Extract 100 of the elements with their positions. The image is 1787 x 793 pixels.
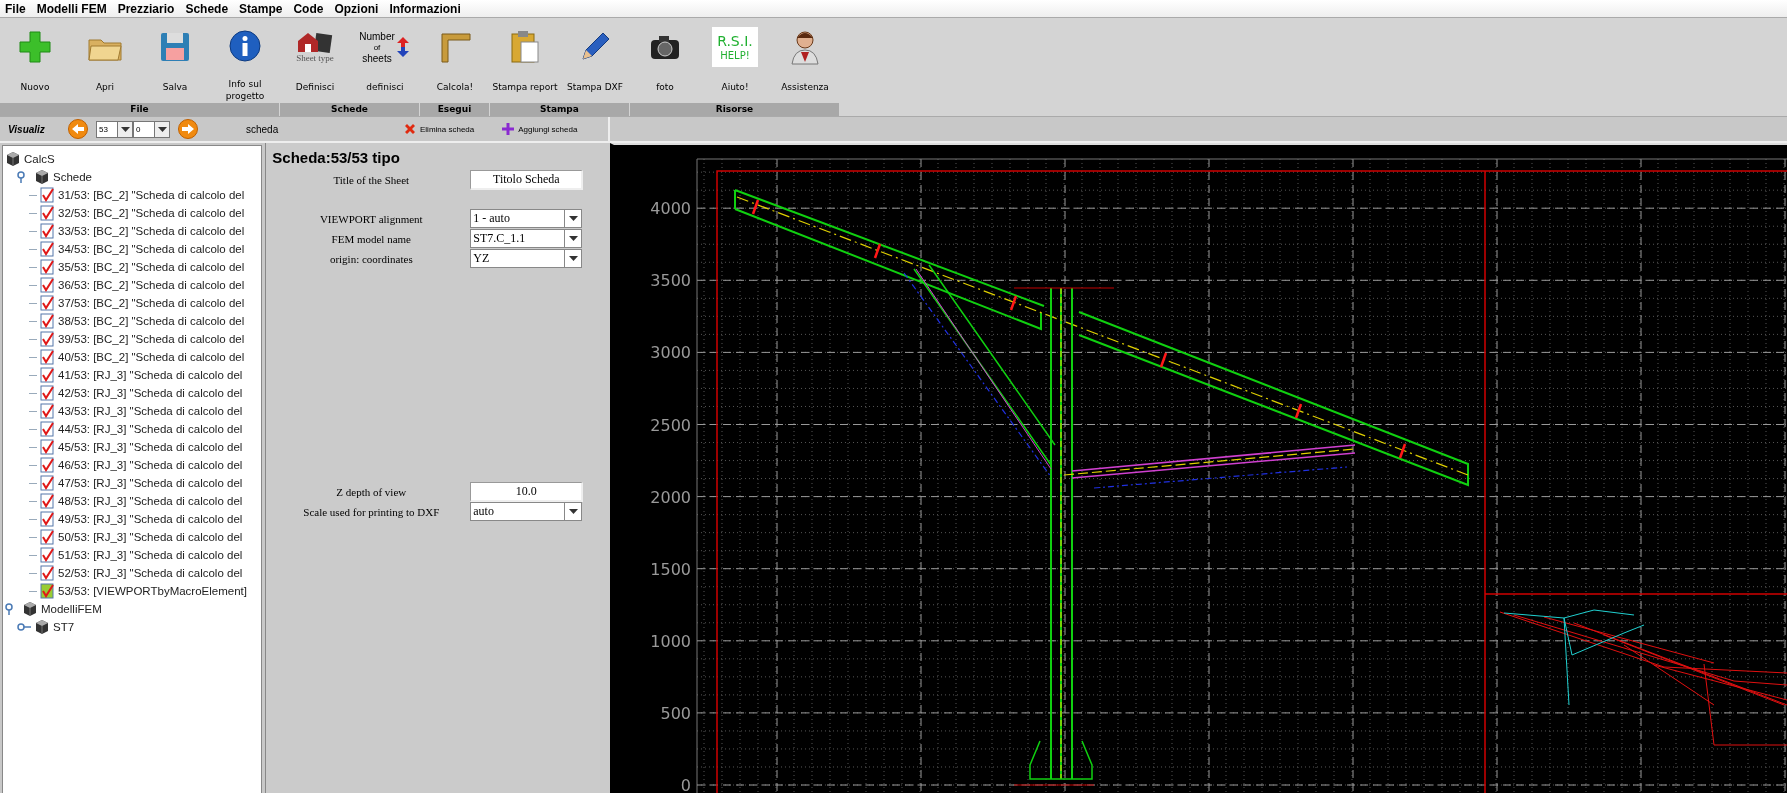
add-sheet-button[interactable]: Aggiungi scheda — [502, 123, 578, 135]
axis-label: 0 — [680, 776, 691, 793]
delete-sheet-button[interactable]: Elimina scheda — [404, 123, 475, 135]
caret-icon — [120, 126, 130, 132]
tree-item[interactable]: 50/53: [RJ_3] "Scheda di calcolo del — [58, 531, 243, 543]
tree-folder[interactable]: CalcS — [24, 153, 55, 165]
expand-handle-icon[interactable] — [17, 621, 31, 633]
axis-label: 2500 — [650, 415, 691, 435]
toolbar-button[interactable]: Apri — [70, 18, 140, 102]
cube-icon — [34, 619, 50, 635]
tree-item[interactable]: 49/53: [RJ_3] "Scheda di calcolo del — [58, 513, 243, 525]
left-arrow-icon — [71, 123, 85, 135]
axis-label: 2000 — [650, 487, 691, 507]
caret-icon — [568, 509, 578, 514]
icon-caption: sheets — [362, 52, 392, 64]
tree-item[interactable]: 42/53: [RJ_3] "Scheda di calcolo del — [58, 387, 243, 399]
tree-item[interactable]: 51/53: [RJ_3] "Scheda di calcolo del — [58, 549, 243, 561]
tree-folder[interactable]: Schede — [53, 171, 92, 183]
icon-caption: Number — [359, 30, 395, 42]
tree-item[interactable]: 44/53: [RJ_3] "Scheda di calcolo del — [58, 423, 243, 435]
pencil-icon — [579, 31, 611, 63]
tree-item[interactable]: 52/53: [RJ_3] "Scheda di calcolo del — [58, 567, 243, 579]
toolbar-button[interactable]: Nuovo — [0, 18, 70, 102]
close-icon — [404, 123, 416, 135]
icon-caption: of — [373, 41, 381, 53]
field-label: FEM model name — [330, 232, 412, 245]
axis-label: 3000 — [650, 343, 691, 363]
toolbar-button[interactable]: Info sul progetto — [210, 18, 280, 102]
menu-item[interactable]: Informazioni — [384, 1, 467, 16]
plus-icon — [502, 123, 515, 135]
text-field[interactable]: Titolo Scheda — [470, 169, 584, 190]
dropdown[interactable]: auto — [470, 502, 583, 521]
dropdown[interactable]: ST7.C_1.1 — [470, 229, 583, 248]
icon-caption: Sheet type — [296, 53, 334, 63]
clipboard-icon — [510, 30, 540, 64]
menu-item[interactable]: Code — [288, 1, 330, 16]
menu-item[interactable]: Stampe — [234, 1, 289, 16]
toolbar-button[interactable]: Stampa report — [490, 18, 560, 102]
field-label: Title of the Sheet — [332, 173, 411, 186]
tree-item[interactable]: 37/53: [BC_2] "Scheda di calcolo del — [58, 297, 245, 309]
previous-button[interactable] — [68, 119, 88, 139]
person-icon — [790, 29, 820, 65]
toolbar-button[interactable]: Salva — [140, 18, 210, 102]
toolbar-button[interactable]: Stampa DXF — [560, 18, 630, 102]
field-label: Z depth of view — [335, 485, 408, 498]
tree-item[interactable]: 47/53: [RJ_3] "Scheda di calcolo del — [58, 477, 243, 489]
tree-item[interactable]: 39/53: [BC_2] "Scheda di calcolo del — [58, 333, 245, 345]
help-badge: R.S.I. HELP! — [712, 27, 758, 67]
toolbar-button[interactable]: Sheet type Definisci — [280, 18, 350, 102]
field-label: VIEWPORT alignment — [318, 212, 424, 225]
toolbar-button[interactable]: Calcola! — [420, 18, 490, 102]
cube-icon — [34, 169, 50, 185]
tree-item[interactable]: 45/53: [RJ_3] "Scheda di calcolo del — [58, 441, 243, 453]
caret-icon — [157, 126, 167, 132]
sheet-caption: scheda — [246, 123, 280, 135]
toolbar-button[interactable]: R.S.I. HELP! Aiuto! — [700, 18, 770, 102]
menu-item[interactable]: Opzioni — [329, 1, 385, 16]
next-button[interactable] — [178, 119, 198, 139]
caret-icon — [568, 216, 578, 221]
plus-icon — [18, 30, 52, 64]
tree-item[interactable]: 34/53: [BC_2] "Scheda di calcolo del — [58, 243, 245, 255]
tree-item[interactable]: 43/53: [RJ_3] "Scheda di calcolo del — [58, 405, 243, 417]
toolbar-group-label: Risorse — [630, 103, 840, 116]
tree-item[interactable]: 46/53: [RJ_3] "Scheda di calcolo del — [58, 459, 243, 471]
menu-item[interactable]: Schede — [180, 1, 235, 16]
tree-folder[interactable]: ST7 — [53, 621, 75, 633]
tree-item[interactable]: 33/53: [BC_2] "Scheda di calcolo del — [58, 225, 245, 237]
dropdown[interactable]: 1 - auto — [470, 209, 583, 228]
tree-item[interactable]: 53/53: [VIEWPORTbyMacroElement] — [58, 585, 247, 597]
menu-item[interactable]: Prezziario — [112, 1, 181, 16]
dropdown[interactable]: 53 — [96, 120, 133, 138]
toolbar-button[interactable]: Assistenza — [770, 18, 840, 102]
tree-item[interactable]: 31/53: [BC_2] "Scheda di calcolo del — [58, 189, 245, 201]
toolbar-group-label: Schede — [280, 103, 420, 116]
menu-item[interactable]: Modelli FEM — [31, 1, 113, 16]
view-label: Visualiz — [8, 123, 46, 135]
menu-item[interactable]: File — [0, 1, 32, 16]
cube-icon — [22, 601, 38, 617]
axis-label: 1500 — [650, 559, 691, 579]
dropdown[interactable]: YZ — [470, 249, 583, 268]
axis-label: 3500 — [650, 271, 691, 291]
toolbar-button[interactable]: foto — [630, 18, 700, 102]
right-arrow-icon — [181, 123, 195, 135]
dropdown[interactable]: 0 — [133, 120, 170, 138]
info-icon — [229, 29, 261, 62]
tree-item[interactable]: 35/53: [BC_2] "Scheda di calcolo del — [58, 261, 245, 273]
tree-item[interactable]: 40/53: [BC_2] "Scheda di calcolo del — [58, 351, 245, 363]
tree-item[interactable]: 41/53: [RJ_3] "Scheda di calcolo del — [58, 369, 243, 381]
toolbar-button[interactable]: Number of sheets definisci — [350, 18, 420, 102]
tree-item[interactable]: 48/53: [RJ_3] "Scheda di calcolo del — [58, 495, 243, 507]
axis-label: 500 — [660, 703, 691, 723]
form-title: Scheda:53/53 tipo — [272, 149, 401, 166]
caret-icon — [568, 256, 578, 261]
tree-item[interactable]: 36/53: [BC_2] "Scheda di calcolo del — [58, 279, 245, 291]
axis-label: 1000 — [650, 631, 691, 651]
text-field[interactable]: 10.0 — [470, 481, 584, 502]
toolbar-group-label: Stampa — [490, 103, 630, 116]
tree-folder[interactable]: ModelliFEM — [41, 603, 102, 615]
tree-item[interactable]: 32/53: [BC_2] "Scheda di calcolo del — [58, 207, 245, 219]
tree-item[interactable]: 38/53: [BC_2] "Scheda di calcolo del — [58, 315, 245, 327]
